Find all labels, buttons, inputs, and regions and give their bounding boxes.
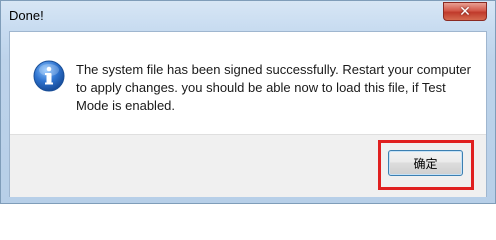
ok-button[interactable]: 确定 — [388, 150, 463, 176]
button-bar: 确定 — [10, 134, 486, 197]
dialog-window: Done! ✕ The system file has been signed … — [0, 0, 496, 204]
close-icon: ✕ — [459, 3, 471, 20]
dialog-message: The system file has been signed successf… — [76, 62, 471, 113]
message-area: The system file has been signed successf… — [10, 32, 486, 134]
close-button[interactable]: ✕ — [443, 2, 487, 21]
title-bar[interactable]: Done! ✕ — [1, 1, 495, 31]
dialog-client-area: The system file has been signed successf… — [9, 31, 487, 197]
info-icon — [33, 60, 65, 92]
window-title: Done! — [9, 8, 44, 23]
